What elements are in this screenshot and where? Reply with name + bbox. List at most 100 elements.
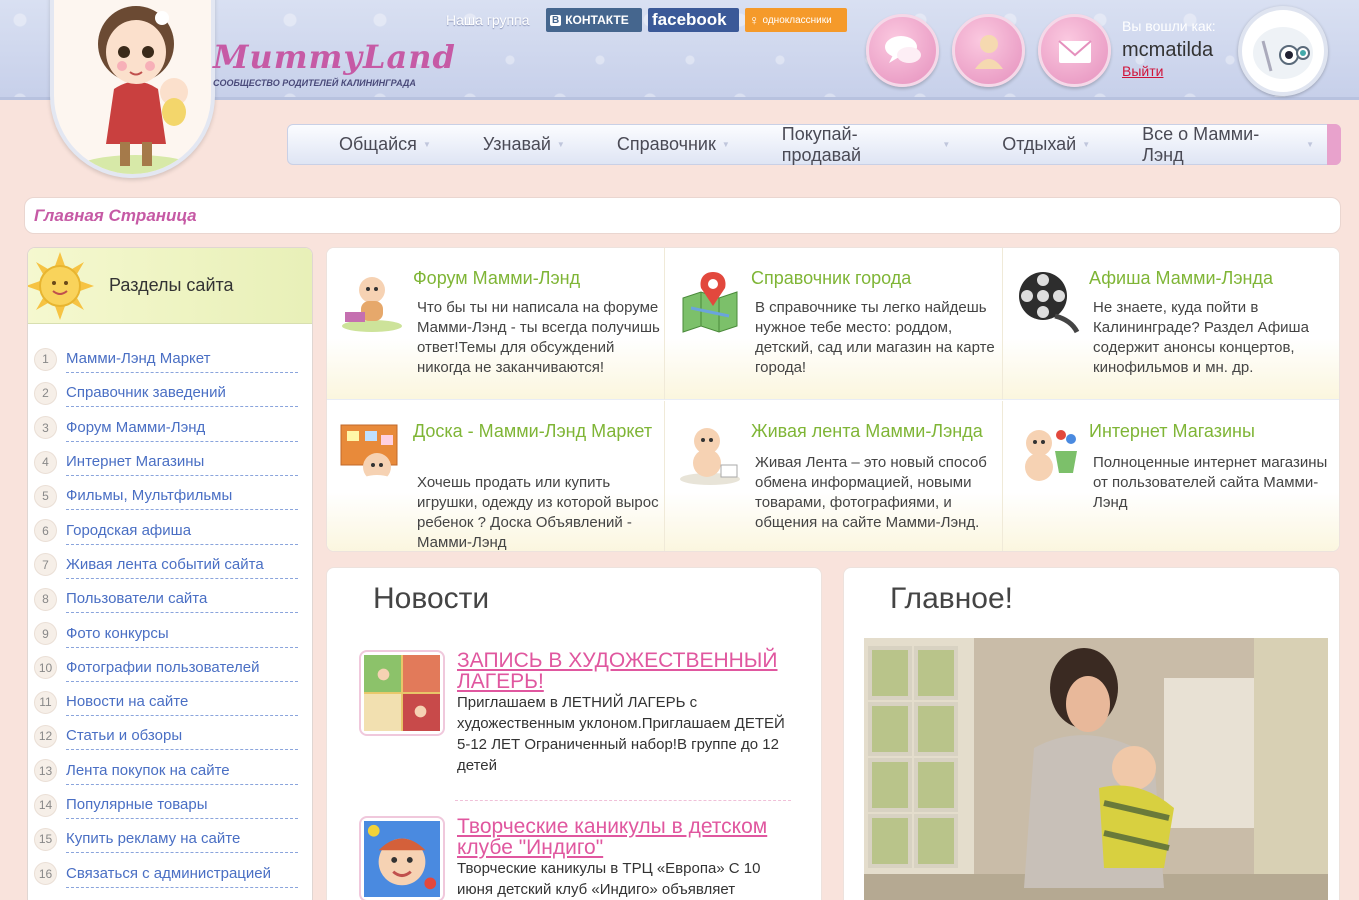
sidebar-item-label[interactable]: Интернет Магазины bbox=[66, 448, 298, 477]
main-title: Главное! bbox=[890, 582, 1013, 615]
sidebar-item[interactable]: 8 Пользователи сайта bbox=[34, 582, 298, 616]
odnoklassniki-button[interactable]: ♀ одноклассники bbox=[745, 8, 847, 32]
username[interactable]: mcmatilda bbox=[1122, 39, 1213, 62]
sidebar-item-label[interactable]: Фотографии пользователей bbox=[66, 654, 298, 682]
sidebar-item-label[interactable]: Популярные товары bbox=[66, 791, 298, 819]
sidebar-item-number: 10 bbox=[34, 656, 57, 680]
news-item: ЗАПИСЬ В ХУДОЖЕСТВЕННЫЙ ЛАГЕРЬ! Приглаша… bbox=[359, 650, 799, 800]
nav-item-directory[interactable]: Справочник ▼ bbox=[591, 134, 756, 155]
breadcrumb[interactable]: Главная Страница bbox=[24, 197, 1341, 234]
sidebar-item-label[interactable]: Лента покупок на сайте bbox=[66, 757, 298, 785]
sidebar-item[interactable]: 1 Мамми-Лэнд Маркет bbox=[34, 342, 298, 376]
sidebar-item-number: 2 bbox=[34, 381, 57, 405]
sidebar-item[interactable]: 14 Популярные товары bbox=[34, 788, 298, 822]
vkontakte-button[interactable]: В КОНТАКТЕ bbox=[546, 8, 642, 32]
odnoklassniki-icon: ♀ bbox=[749, 12, 760, 28]
mascot-girl-icon bbox=[76, 6, 196, 174]
news-item-title[interactable]: ЗАПИСЬ В ХУДОЖЕСТВЕННЫЙ ЛАГЕРЬ! bbox=[457, 650, 797, 692]
news-divider bbox=[455, 800, 791, 801]
forum-baby-icon bbox=[342, 277, 402, 332]
avatar[interactable] bbox=[1238, 6, 1328, 96]
sidebar-item-label[interactable]: Фильмы, Мультфильмы bbox=[66, 482, 298, 511]
news-box: Новости ЗАПИСЬ В ХУДОЖЕСТВЕННЫЙ ЛАГЕРЬ! … bbox=[326, 567, 822, 900]
main-navigation: Общайся ▼ Узнавай ▼ Справочник ▼ Покупай-пр… bbox=[287, 124, 1341, 165]
nav-item-buy-sell[interactable]: Покупай-продавай ▼ bbox=[756, 124, 977, 166]
feature-card-feed[interactable]: Живая лента Мамми-Лэнда Живая Лента – эт… bbox=[665, 401, 1003, 551]
sidebar-item-number: 8 bbox=[34, 587, 57, 611]
nav-label: Узнавай bbox=[482, 134, 551, 154]
sidebar-item-label[interactable]: Мамми-Лэнд Маркет bbox=[66, 345, 298, 374]
facebook-button[interactable]: facebook bbox=[648, 8, 739, 32]
sidebar-item[interactable]: 6 Городская афиша bbox=[34, 513, 298, 547]
feature-card-afisha[interactable]: Афиша Мамми-Лэнда Не знаете, куда пойти … bbox=[1003, 248, 1339, 400]
nav-item-leisure[interactable]: Отдыхай ▼ bbox=[976, 134, 1116, 155]
odnoklassniki-label: одноклассники bbox=[762, 14, 832, 26]
nav-label: Справочник bbox=[616, 134, 716, 154]
nav-label: Общайся bbox=[339, 134, 417, 154]
sidebar-item-number: 11 bbox=[34, 690, 57, 714]
sidebar-item-label[interactable]: Связаться с администрацией bbox=[66, 860, 298, 888]
sidebar-item-number: 9 bbox=[34, 622, 57, 646]
feature-title[interactable]: Афиша Мамми-Лэнда bbox=[1089, 268, 1339, 289]
feature-desc: В справочнике ты легко найдешь нужное те… bbox=[755, 299, 995, 376]
sidebar-item[interactable]: 5 Фильмы, Мультфильмы bbox=[34, 479, 298, 513]
feature-title[interactable]: Интернет Магазины bbox=[1089, 421, 1339, 442]
sidebar-item-label[interactable]: Новости на сайте bbox=[66, 688, 298, 717]
sidebar-item[interactable]: 3 Форум Мамми-Лэнд bbox=[34, 411, 298, 445]
sidebar-item-number: 5 bbox=[34, 484, 57, 508]
feature-title[interactable]: Справочник города bbox=[751, 268, 1001, 289]
sidebar-item-number: 6 bbox=[34, 519, 57, 543]
sidebar-item-label[interactable]: Фото конкурсы bbox=[66, 620, 298, 648]
sidebar-item-label[interactable]: Городская афиша bbox=[66, 517, 298, 545]
sidebar-item[interactable]: 4 Интернет Магазины bbox=[34, 445, 298, 479]
messages-icon bbox=[884, 35, 921, 63]
sidebar-item-label[interactable]: Живая лента событий сайта bbox=[66, 551, 298, 579]
sidebar-item[interactable]: 13 Лента покупок на сайте bbox=[34, 754, 298, 788]
news-title: Новости bbox=[373, 582, 490, 615]
map-pin-icon bbox=[682, 272, 738, 333]
sidebar-title: Разделы сайта bbox=[109, 275, 234, 295]
sidebar-item[interactable]: 9 Фото конкурсы bbox=[34, 616, 298, 650]
profile-button[interactable] bbox=[952, 14, 1025, 87]
nav-item-about[interactable]: Все о Мамми-Лэнд ▼ bbox=[1116, 124, 1340, 166]
feature-card-market[interactable]: Доска - Мамми-Лэнд Маркет Хочешь продать… bbox=[327, 401, 665, 551]
sidebar-item-number: 13 bbox=[34, 759, 57, 783]
news-item: Творческие каникулы в детском клубе "Инд… bbox=[359, 816, 799, 900]
sidebar-item-label[interactable]: Статьи и обзоры bbox=[66, 722, 298, 751]
sidebar-item-number: 3 bbox=[34, 416, 57, 440]
feature-card-shops[interactable]: Интернет Магазины Полноценные интернет м… bbox=[1003, 401, 1339, 551]
sidebar-item[interactable]: 15 Купить рекламу на сайте bbox=[34, 822, 298, 856]
featured-photo[interactable] bbox=[864, 638, 1328, 900]
news-thumbnail[interactable] bbox=[359, 816, 445, 900]
sidebar-item-label[interactable]: Справочник заведений bbox=[66, 379, 298, 408]
sidebar-item[interactable]: 10 Фотографии пользователей bbox=[34, 651, 298, 685]
sidebar-item-label[interactable]: Форум Мамми-Лэнд bbox=[66, 414, 298, 442]
sidebar-item-label[interactable]: Купить рекламу на сайте bbox=[66, 825, 298, 854]
feature-title[interactable]: Живая лента Мамми-Лэнда bbox=[751, 421, 1001, 442]
mail-button[interactable] bbox=[1038, 14, 1111, 87]
logo-mascot[interactable] bbox=[50, 0, 215, 178]
nav-item-learn[interactable]: Узнавай ▼ bbox=[457, 134, 591, 155]
sidebar-item[interactable]: 7 Живая лента событий сайта bbox=[34, 548, 298, 582]
sidebar-item[interactable]: 11 Новости на сайте bbox=[34, 685, 298, 719]
feature-title[interactable]: Форум Мамми-Лэнд bbox=[413, 268, 663, 289]
sidebar-list: 1 Мамми-Лэнд Маркет 2 Справочник заведений 3… bbox=[28, 324, 312, 891]
logout-link[interactable]: Выйти bbox=[1122, 63, 1163, 79]
sidebar-item[interactable]: 12 Статьи и обзоры bbox=[34, 719, 298, 753]
sidebar-item-number: 15 bbox=[34, 827, 57, 851]
nav-item-communicate[interactable]: Общайся ▼ bbox=[288, 134, 457, 155]
feature-card-directory[interactable]: Справочник города В справочнике ты легко… bbox=[665, 248, 1003, 400]
news-item-text: Приглашаем в ЛЕТНИЙ ЛАГЕРЬ с художествен… bbox=[457, 694, 785, 774]
news-thumbnail[interactable] bbox=[359, 650, 445, 736]
messages-button[interactable] bbox=[866, 14, 939, 87]
sidebar-item[interactable]: 2 Справочник заведений bbox=[34, 376, 298, 410]
sidebar-item[interactable]: 16 Связаться с администрацией bbox=[34, 856, 298, 890]
sidebar-item-number: 4 bbox=[34, 450, 57, 474]
sidebar-item-label[interactable]: Пользователи сайта bbox=[66, 585, 298, 614]
vkontakte-label: КОНТАКТЕ bbox=[565, 13, 629, 27]
feature-card-forum[interactable]: Форум Мамми-Лэнд Что бы ты ни написала н… bbox=[327, 248, 665, 400]
brand-title[interactable]: MummyLand bbox=[213, 38, 456, 76]
news-item-title[interactable]: Творческие каникулы в детском клубе "Инд… bbox=[457, 816, 797, 858]
feature-title[interactable]: Доска - Мамми-Лэнд Маркет bbox=[413, 421, 663, 442]
chevron-down-icon: ▼ bbox=[1082, 140, 1091, 149]
